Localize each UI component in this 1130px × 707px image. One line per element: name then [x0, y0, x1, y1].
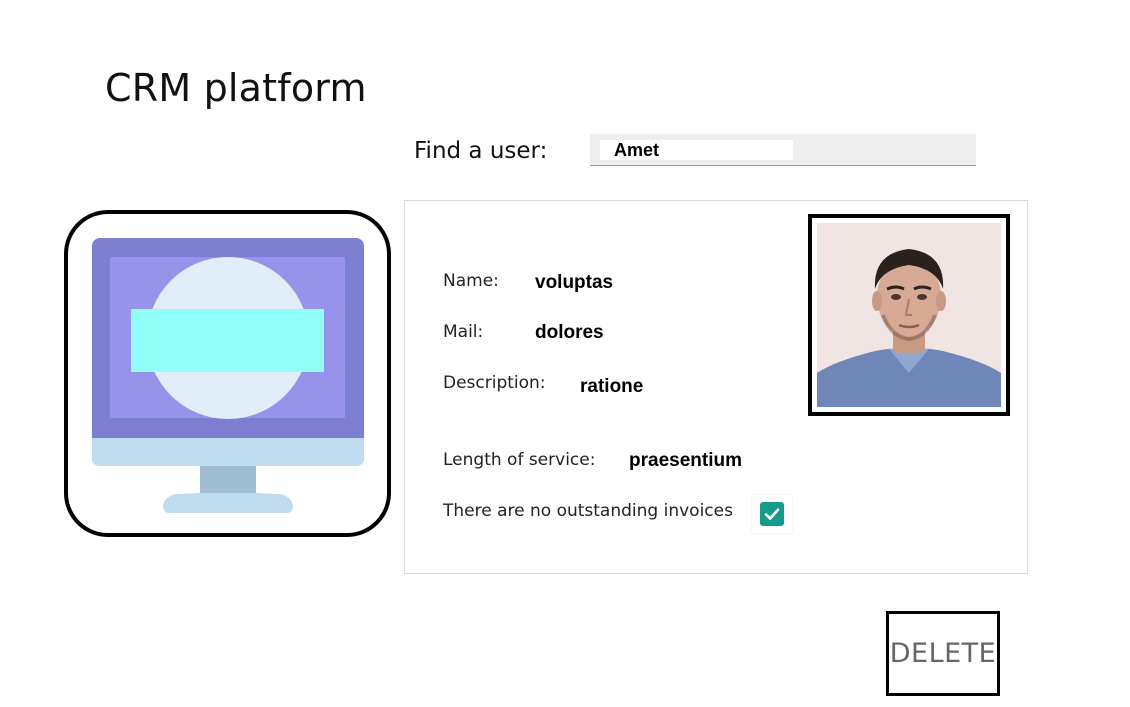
user-photo-frame [808, 214, 1010, 416]
delete-button[interactable]: DELETE [886, 611, 1000, 696]
invoices-checkbox-container [752, 495, 792, 533]
computer-monitor-icon [92, 238, 364, 513]
mail-value: dolores [535, 322, 604, 343]
description-label: Description: [443, 373, 546, 393]
name-label: Name: [443, 271, 499, 291]
page-title: CRM platform [105, 66, 367, 110]
user-photo [817, 223, 1001, 407]
name-value: voluptas [535, 272, 614, 293]
invoices-label: There are no outstanding invoices [443, 501, 733, 521]
search-input[interactable] [600, 140, 793, 160]
monitor-illustration-frame [64, 210, 391, 537]
service-value: praesentium [629, 450, 742, 471]
invoices-checkbox[interactable] [760, 502, 784, 526]
mail-label: Mail: [443, 322, 484, 342]
description-value: ratione [580, 376, 644, 397]
checkmark-icon [764, 508, 780, 520]
search-label: Find a user: [414, 138, 548, 164]
service-label: Length of service: [443, 450, 596, 470]
